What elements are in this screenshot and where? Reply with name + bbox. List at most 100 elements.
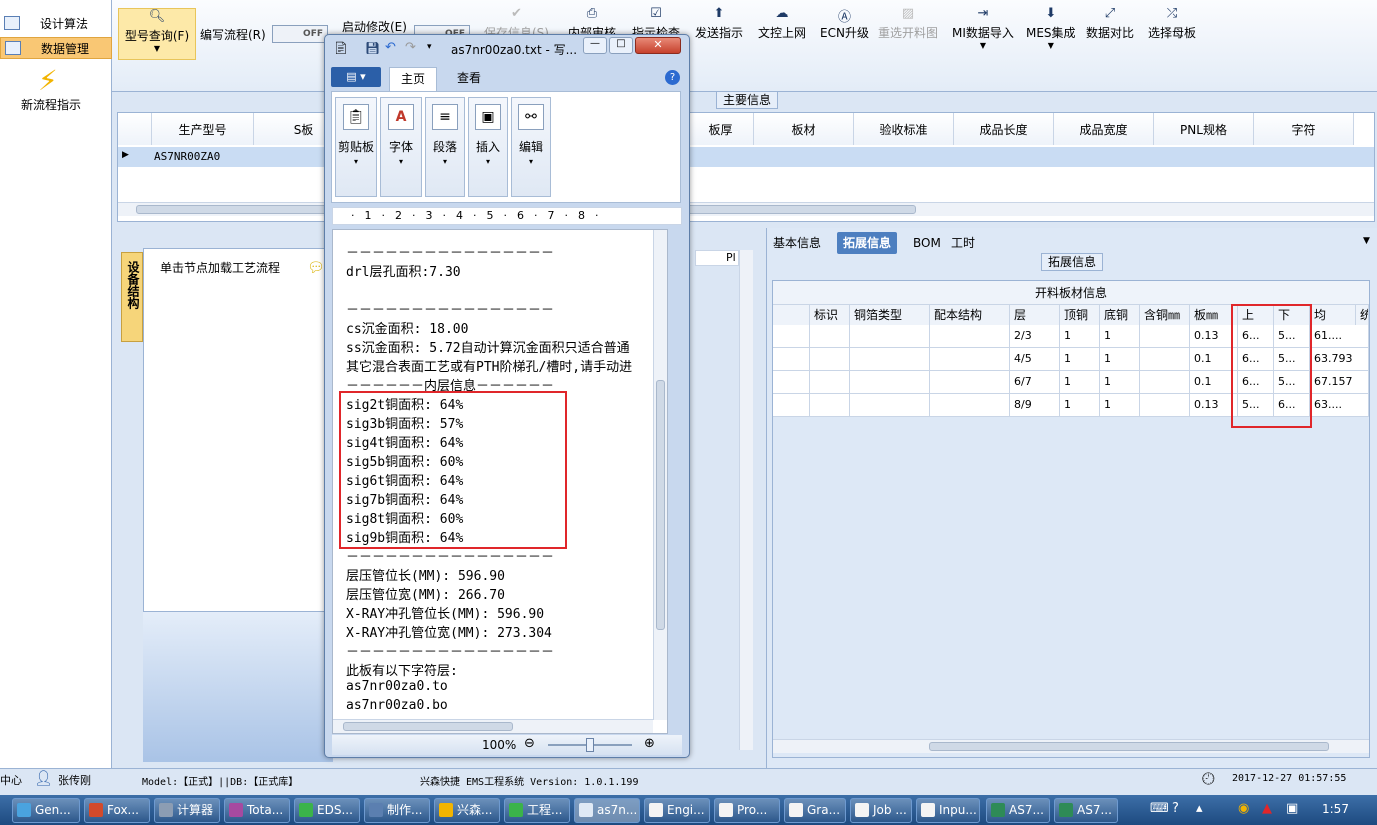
table-cell[interactable] [1140, 371, 1190, 394]
taskbar-item[interactable]: 兴森... [434, 798, 500, 823]
model-cell[interactable]: AS7NR00ZA0 [154, 150, 220, 163]
table-cell[interactable]: 1 [1060, 371, 1100, 394]
clipboard-group[interactable]: 📋︎ 剪贴板 ▾ [335, 97, 377, 197]
column-header[interactable]: 顶铜 [1060, 305, 1100, 325]
taskbar-item[interactable]: Inpu... [916, 798, 980, 823]
help-icon[interactable]: ? [1172, 801, 1179, 816]
table-cell[interactable] [850, 325, 930, 348]
table-row[interactable]: ▶ AS7NR00ZA0 [118, 147, 1374, 167]
column-header[interactable]: 成品宽度 [1054, 113, 1154, 145]
column-header[interactable]: 底铜 [1100, 305, 1140, 325]
select-mother-board-button[interactable]: ⤮ 选择母板 [1148, 6, 1196, 62]
taskbar-item[interactable]: Engi... [644, 798, 710, 823]
tab-view[interactable]: 查看 [449, 67, 489, 89]
table-cell[interactable]: 1 [1100, 394, 1140, 417]
tab-hours[interactable]: 工时 [945, 232, 981, 254]
table-cell[interactable] [1140, 325, 1190, 348]
taskbar-item[interactable]: as7n... [574, 798, 640, 823]
taskbar-item[interactable]: Gra... [784, 798, 846, 823]
write-flow-toggle[interactable]: OFF [272, 25, 328, 43]
table-cell[interactable] [1140, 394, 1190, 417]
table-cell[interactable] [850, 394, 930, 417]
scroll-thumb[interactable] [656, 380, 665, 630]
column-header[interactable]: 统 [1356, 305, 1369, 325]
column-header[interactable]: 含铜㎜ [1140, 305, 1190, 325]
table-cell[interactable] [810, 394, 850, 417]
tab-extended-info[interactable]: 拓展信息 [837, 232, 898, 254]
table-cell[interactable] [810, 371, 850, 394]
minimize-button[interactable]: — [583, 37, 607, 54]
maximize-button[interactable]: □ [609, 37, 633, 54]
table-cell[interactable]: 1 [1060, 325, 1100, 348]
taskbar-item[interactable]: Pro... [714, 798, 780, 823]
close-button[interactable]: ✕ [635, 37, 681, 54]
column-header[interactable]: 铜箔类型 [850, 305, 930, 325]
table-cell[interactable] [1140, 348, 1190, 371]
horizontal-scrollbar[interactable] [118, 202, 1374, 216]
table-cell[interactable] [810, 348, 850, 371]
help-icon[interactable]: ? [665, 70, 680, 85]
table-cell[interactable]: 6/7 [1010, 371, 1060, 394]
table-cell[interactable]: 8/9 [1010, 394, 1060, 417]
tray-app-icon[interactable]: ▲ [1262, 801, 1272, 816]
column-header[interactable]: 验收标准 [854, 113, 954, 145]
tab-basic-info[interactable]: 基本信息 [767, 232, 827, 254]
row-header[interactable] [773, 325, 810, 348]
model-search-button[interactable]: 🔍︎ 型号查询(F) ▼ [118, 8, 196, 60]
column-header[interactable]: 成品长度 [954, 113, 1054, 145]
vertical-scrollbar[interactable] [739, 250, 753, 750]
reselect-cut-image-button[interactable]: ▨ 重选开料图 [878, 6, 938, 62]
doc-control-online-button[interactable]: ☁ 文控上网 [758, 6, 806, 62]
horizontal-scrollbar[interactable] [773, 739, 1369, 753]
column-header[interactable]: 层 [1010, 305, 1060, 325]
table-cell[interactable]: 63.793 [1310, 348, 1369, 371]
column-header[interactable]: 板厚 [688, 113, 754, 145]
scroll-thumb[interactable] [343, 722, 513, 731]
flow-tree[interactable]: 单击节点加载工艺流程 [143, 248, 333, 612]
table-cell[interactable] [930, 394, 1010, 417]
taskbar-item[interactable]: Tota... [224, 798, 290, 823]
taskbar-item[interactable]: Gen... [12, 798, 80, 823]
column-header[interactable]: 字符 [1254, 113, 1354, 145]
wordpad-window[interactable]: 📄︎ 💾︎ ↶ ↷ ▾ as7nr00za0.txt - 写... — □ ✕ … [324, 34, 690, 758]
column-header[interactable]: 板材 [754, 113, 854, 145]
zoom-slider-thumb[interactable] [586, 738, 594, 752]
column-header[interactable]: 标识 [810, 305, 850, 325]
table-cell[interactable] [930, 325, 1010, 348]
chevron-down-icon[interactable]: ▼ [1363, 236, 1370, 246]
tab-bom[interactable]: BOM [907, 232, 947, 254]
chevron-down-icon[interactable]: ▾ [427, 42, 432, 52]
table-cell[interactable] [810, 325, 850, 348]
column-header[interactable]: 均 [1310, 305, 1356, 325]
font-group[interactable]: A 字体 ▾ [380, 97, 422, 197]
insert-group[interactable]: ▣ 插入 ▾ [468, 97, 508, 197]
taskbar-clock[interactable]: 1:57 [1322, 802, 1349, 816]
horizontal-scrollbar[interactable] [333, 719, 653, 733]
network-icon[interactable]: ▣ [1286, 801, 1298, 816]
row-header[interactable] [773, 348, 810, 371]
redo-icon[interactable]: ↷ [405, 40, 416, 55]
table-cell[interactable]: 2/3 [1010, 325, 1060, 348]
table-cell[interactable]: 61.... [1310, 325, 1369, 348]
table-cell[interactable]: 4/5 [1010, 348, 1060, 371]
table-cell[interactable] [850, 371, 930, 394]
tab-home[interactable]: 主页 [389, 67, 437, 91]
tray-expand-icon[interactable]: ▴ [1196, 801, 1203, 816]
taskbar-item[interactable]: Fox... [84, 798, 150, 823]
table-cell[interactable]: 1 [1100, 371, 1140, 394]
vertical-scrollbar[interactable] [653, 230, 667, 720]
row-header[interactable] [773, 371, 810, 394]
column-header[interactable]: PNL规格 [1154, 113, 1254, 145]
file-menu-button[interactable]: ▤ ▾ [331, 67, 381, 87]
ruler[interactable]: ·1·2·3·4·5·6·7·8· [332, 207, 682, 225]
mes-integration-button[interactable]: ⬇ MES集成 ▼ [1026, 6, 1076, 62]
nav-item-data-management[interactable]: 数据管理 [0, 37, 112, 59]
table-cell[interactable]: 1 [1060, 348, 1100, 371]
device-structure-tab[interactable]: 设备结构 [121, 252, 143, 342]
table-cell[interactable]: 67.157 [1310, 371, 1369, 394]
table-cell[interactable]: 1 [1060, 394, 1100, 417]
nav-item-design-algorithm[interactable]: 设计算法 [0, 12, 112, 34]
table-cell[interactable]: 63.... [1310, 394, 1369, 417]
save-icon[interactable]: 💾︎ [365, 41, 380, 55]
zoom-in-button[interactable]: ⊕ [644, 736, 655, 751]
